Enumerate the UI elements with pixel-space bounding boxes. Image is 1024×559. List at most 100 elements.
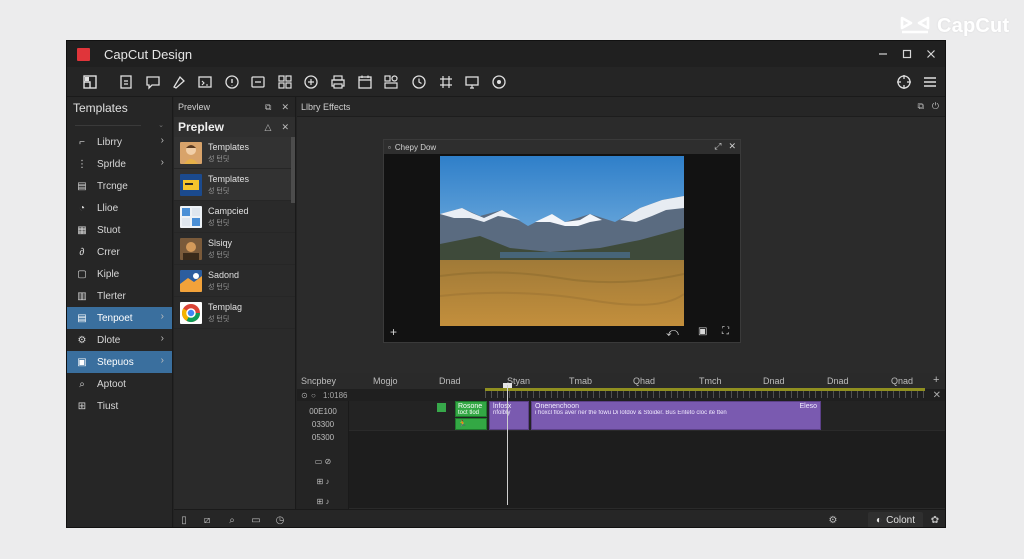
template-text: Templag 성 턴딧	[208, 302, 242, 324]
viewer-popout-icon[interactable]: ⧉	[917, 101, 923, 112]
clip-green-bottom[interactable]: 🏃	[455, 418, 487, 430]
timeline-panel: Sncpbey Mogjo Dnad Styan Tmab Qhad Tmch Dnad Dna…	[297, 373, 945, 509]
playhead[interactable]	[507, 385, 508, 505]
fit-icon[interactable]: ▣	[698, 326, 707, 337]
viewer-power-icon[interactable]: ⏻	[932, 101, 939, 112]
template-text: Templates 성 턴딧	[208, 174, 249, 196]
code-button[interactable]	[195, 72, 215, 92]
track-controls-2[interactable]: ⊞ ♪	[297, 497, 349, 506]
sidebar-item-5[interactable]: ∂ Crrer	[67, 241, 172, 263]
sidebar-item-0[interactable]: ⌐ Librry ›	[67, 131, 172, 153]
settings-status-icon[interactable]: ⚙	[827, 514, 839, 526]
sidebar-item-label: Crrer	[97, 246, 120, 258]
template-item-3[interactable]: Slsiqy 성 턴딧	[174, 233, 295, 265]
share-button[interactable]	[381, 72, 401, 92]
preview-image	[440, 156, 684, 326]
template-item-1[interactable]: Templates 성 턴딧	[174, 169, 295, 201]
text-edit-button[interactable]	[248, 72, 268, 92]
template-text: Sadond 성 턴딧	[208, 270, 239, 292]
template-list: Templates 성 턴딧 Templates 성 턴딧 Campcied 성 턴딧 Sl…	[174, 137, 295, 329]
panel-close-icon[interactable]: ✕	[281, 102, 289, 113]
fullscreen-icon[interactable]: ⛶	[722, 326, 729, 337]
sidebar-item-label: Tlerter	[97, 290, 126, 302]
preview-player: ▫ Chepy Dow ⤢ ✕ + ⤺ ▣ ⛶	[383, 139, 741, 343]
maximize-button[interactable]	[897, 44, 917, 64]
text-edit-icon	[251, 76, 265, 88]
track-time-2: 05300	[311, 433, 335, 442]
sync-icon[interactable]: ⊙	[301, 391, 308, 400]
clip-green-top[interactable]: Rosone toct tlod	[455, 401, 487, 417]
calendar-button[interactable]	[355, 72, 375, 92]
sidebar-item-8[interactable]: ▤ Tenpoet ›	[67, 307, 172, 329]
template-title: Campcied	[208, 205, 249, 216]
popout-icon[interactable]: ⧉	[265, 102, 271, 113]
info-button[interactable]	[222, 72, 242, 92]
layout-button[interactable]	[275, 72, 295, 92]
clip-purple-left[interactable]: lnfosx nfolbly	[489, 401, 529, 430]
close-button[interactable]	[921, 44, 941, 64]
sidebar-item-6[interactable]: ▢ Kiple	[67, 263, 172, 285]
chevron-right-icon: ›	[160, 311, 164, 322]
import-button[interactable]	[80, 72, 100, 92]
loop-icon[interactable]: ○	[311, 391, 316, 400]
doc-status-icon[interactable]: ▯	[178, 514, 190, 526]
sticker-button[interactable]	[301, 72, 321, 92]
collapse-icon[interactable]: △	[265, 122, 272, 133]
calendar-icon	[358, 75, 372, 89]
color-icon: ◐	[876, 514, 883, 526]
player-expand-icon[interactable]: ⤢	[714, 141, 721, 152]
app-window: CapCut Design Templates ⌄ ⌐ Librry › ⋮ S…	[66, 40, 946, 528]
brand-logo-group: CapCut	[899, 14, 1009, 38]
menu-button[interactable]	[920, 72, 940, 92]
sidebar-item-1[interactable]: ⋮ Sprlde ›	[67, 153, 172, 175]
sidebar-filter[interactable]: ⌄	[67, 119, 172, 131]
grid-button[interactable]	[436, 72, 456, 92]
add-icon[interactable]: +	[390, 325, 397, 339]
template-scrollbar[interactable]	[291, 137, 295, 203]
monitor-button[interactable]	[462, 72, 482, 92]
cursor-icon: ⌐	[79, 136, 85, 148]
minimize-button[interactable]	[873, 44, 893, 64]
sidebar-item-9[interactable]: ⚙ Dlote ›	[67, 329, 172, 351]
chevron-right-icon: ›	[160, 135, 164, 146]
sidebar-item-4[interactable]: ▦ Stuot	[67, 219, 172, 241]
sidebar-item-11[interactable]: ⌕ Aptoot	[67, 373, 172, 395]
template-item-0[interactable]: Templates 성 턴딧	[174, 137, 295, 169]
crop-status-icon[interactable]: ⧄	[201, 514, 213, 526]
file-button[interactable]	[116, 72, 136, 92]
clock-status-icon[interactable]: ◷	[274, 514, 286, 526]
clip-purple-main[interactable]: Onenenchoon i hoxcl flos aver ner the fo…	[531, 401, 821, 430]
template-item-4[interactable]: Sadond 성 턴딧	[174, 265, 295, 297]
comment-button[interactable]	[143, 72, 163, 92]
viewer-header: Llbry Effects ⧉ ⏻	[297, 97, 945, 117]
search-status-icon[interactable]: ⌕	[226, 514, 238, 526]
target-button[interactable]	[894, 72, 914, 92]
sidebar-item-10[interactable]: ▣ Stepuos ›	[67, 351, 172, 373]
color-button[interactable]: ◐ Colont	[868, 512, 923, 527]
play-circle-button[interactable]	[489, 72, 509, 92]
palette-status-icon[interactable]: ✿	[929, 514, 941, 526]
print-button[interactable]	[328, 72, 348, 92]
template-item-5[interactable]: Templag 성 턴딧	[174, 297, 295, 329]
sidebar-item-3[interactable]: ◔ Llioe	[67, 197, 172, 219]
template-item-2[interactable]: Campcied 성 턴딧	[174, 201, 295, 233]
track-controls-1[interactable]: ⊞ ♪	[297, 477, 349, 486]
ruler-label-2: Dnad	[439, 376, 461, 386]
template-title: Slsiqy	[208, 237, 233, 248]
timeline-close-icon[interactable]: ✕	[933, 390, 941, 401]
sidebar-item-2[interactable]: ▤ Trcnge	[67, 175, 172, 197]
subpanel-close-icon[interactable]: ✕	[281, 122, 289, 133]
sidebar-item-7[interactable]: ▥ Tlerter	[67, 285, 172, 307]
maximize-icon	[902, 49, 912, 59]
sidebar-item-12[interactable]: ⊞ Tiust	[67, 395, 172, 417]
chat-status-icon[interactable]: ▭	[250, 514, 262, 526]
brush-button[interactable]	[169, 72, 189, 92]
rotate-icon[interactable]: ⤺	[666, 325, 679, 340]
target-icon	[897, 75, 911, 89]
add-track-icon[interactable]: +	[933, 374, 939, 386]
track-main: Rosone toct tlod 🏃 lnfosx nfolbly Onenen…	[349, 401, 945, 431]
track-controls-0[interactable]: ▭ ⊘	[297, 457, 349, 466]
player-close-icon[interactable]: ✕	[728, 141, 736, 152]
gear-icon: ⚙	[77, 334, 87, 346]
clock-button[interactable]	[409, 72, 429, 92]
